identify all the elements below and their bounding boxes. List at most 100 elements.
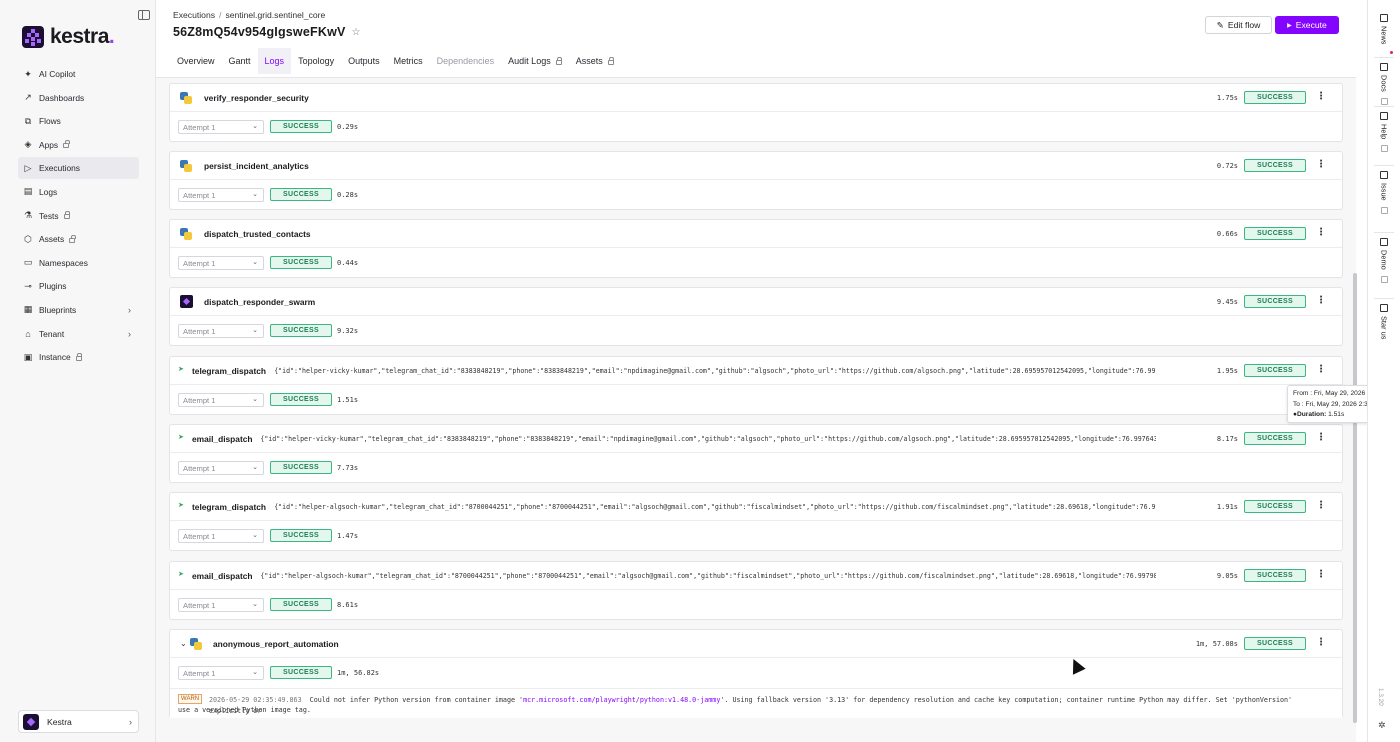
attempt-duration: 1.51s bbox=[337, 396, 359, 404]
logs-panel: verify_responder_security 1.75s SUCCESS … bbox=[156, 78, 1356, 742]
sidebar-item-dashboards[interactable]: ↗ Dashboards bbox=[18, 87, 139, 109]
rail-help-button[interactable]: Help bbox=[1374, 112, 1394, 153]
sidebar-item-label: Tests bbox=[39, 210, 59, 221]
sidebar-item-assets[interactable]: ⬡ Assets bbox=[18, 228, 139, 250]
tab-audit-logs[interactable]: Audit Logs bbox=[501, 48, 569, 74]
attempt-duration: 1.47s bbox=[337, 532, 359, 540]
breadcrumb-flow[interactable]: sentinel.grid.sentinel_core bbox=[225, 10, 325, 20]
more-vertical-icon[interactable]: ⋮ bbox=[1316, 92, 1326, 102]
kestra-logo[interactable]: kestra. bbox=[22, 25, 115, 49]
task-duration: 0.72s bbox=[1216, 162, 1238, 170]
status-badge: SUCCESS bbox=[1244, 91, 1306, 104]
attempt-status-badge: SUCCESS bbox=[270, 324, 332, 337]
task-input-json: {"id":"helper-vicky-kumar","telegram_cha… bbox=[274, 367, 1156, 375]
task-header[interactable]: ➤ telegram_dispatch {"id":"helper-algsoc… bbox=[170, 493, 1342, 521]
tab-assets[interactable]: Assets bbox=[569, 48, 621, 74]
docs-icon bbox=[1380, 63, 1388, 71]
execute-button[interactable]: ▶ Execute bbox=[1275, 16, 1339, 34]
sidebar-item-label: Flows bbox=[39, 116, 61, 127]
rail-demo-button[interactable]: Demo bbox=[1374, 238, 1394, 283]
sidebar-item-logs[interactable]: ▤ Logs bbox=[18, 181, 139, 203]
rail-docs-button[interactable]: Docs bbox=[1374, 63, 1394, 105]
attempt-select[interactable]: Attempt 1 ⌄ bbox=[178, 598, 264, 612]
rail-divider bbox=[1374, 298, 1394, 299]
more-vertical-icon[interactable]: ⋮ bbox=[1316, 638, 1326, 648]
edit-flow-button[interactable]: ✎ Edit flow bbox=[1205, 16, 1272, 34]
attempt-select[interactable]: Attempt 1 ⌄ bbox=[178, 529, 264, 543]
tab-gantt[interactable]: Gantt bbox=[222, 48, 258, 74]
rail-issue-button[interactable]: Issue bbox=[1374, 171, 1394, 214]
sidebar-item-ai-copilot[interactable]: ✦ AI Copilot bbox=[18, 63, 139, 85]
status-badge: SUCCESS bbox=[1244, 500, 1306, 513]
attempt-status-badge: SUCCESS bbox=[270, 529, 332, 542]
more-vertical-icon[interactable]: ⋮ bbox=[1316, 570, 1326, 580]
star-icon bbox=[1380, 304, 1388, 312]
task-row: ➤ telegram_dispatch {"id":"helper-vicky-… bbox=[169, 356, 1343, 415]
tab-logs[interactable]: Logs bbox=[257, 48, 292, 74]
more-vertical-icon[interactable]: ⋮ bbox=[1316, 365, 1326, 375]
task-header[interactable]: ➤ email_dispatch {"id":"helper-algsoch-k… bbox=[170, 562, 1342, 590]
sidebar-item-apps[interactable]: ◈ Apps bbox=[18, 134, 139, 156]
more-vertical-icon[interactable]: ⋮ bbox=[1316, 501, 1326, 511]
page-title: 56Z8mQ54v954gIgsweFKwV ☆ bbox=[173, 25, 361, 39]
sidebar-item-instance[interactable]: ▣ Instance bbox=[18, 346, 139, 368]
attempt-select[interactable]: Attempt 1 ⌄ bbox=[178, 461, 264, 475]
tenant-switcher[interactable]: Kestra › bbox=[18, 710, 139, 733]
attempt-select[interactable]: Attempt 1 ⌄ bbox=[178, 393, 264, 407]
scroll-thumb[interactable] bbox=[1353, 273, 1357, 723]
rail-news-button[interactable]: News bbox=[1374, 14, 1394, 44]
tab-metrics[interactable]: Metrics bbox=[387, 48, 430, 74]
tab-outputs[interactable]: Outputs bbox=[341, 48, 387, 74]
tab-dependencies[interactable]: Dependencies bbox=[430, 48, 502, 74]
attempt-select[interactable]: Attempt 1 ⌄ bbox=[178, 256, 264, 270]
attempt-select[interactable]: Attempt 1 ⌄ bbox=[178, 666, 264, 680]
python-icon bbox=[180, 92, 192, 104]
sidebar-item-tenant[interactable]: ⌂ Tenant › bbox=[18, 323, 139, 345]
chevron-down-icon[interactable]: ⌄ bbox=[180, 639, 187, 648]
version-label: 1.3.20 bbox=[1377, 688, 1384, 706]
attempt-select[interactable]: Attempt 1 ⌄ bbox=[178, 324, 264, 338]
tab-label: Audit Logs bbox=[508, 56, 551, 66]
status-badge: SUCCESS bbox=[1244, 227, 1306, 240]
sidebar-item-plugins[interactable]: ⊸ Plugins bbox=[18, 275, 139, 297]
chevron-right-icon: › bbox=[128, 328, 131, 339]
task-header[interactable]: dispatch_responder_swarm 9.45s SUCCESS ⋮ bbox=[170, 288, 1342, 316]
more-vertical-icon[interactable]: ⋮ bbox=[1316, 228, 1326, 238]
attempt-select[interactable]: Attempt 1 ⌄ bbox=[178, 188, 264, 202]
task-name: email_dispatch bbox=[192, 571, 253, 581]
rail-star-us-button[interactable]: Star us bbox=[1374, 304, 1394, 339]
task-name: dispatch_trusted_contacts bbox=[204, 229, 311, 239]
task-row: verify_responder_security 1.75s SUCCESS … bbox=[169, 83, 1343, 142]
sidebar-item-namespaces[interactable]: ▭ Namespaces bbox=[18, 252, 139, 274]
log-image-link[interactable]: mcr.microsoft.com/playwright/python:v1.4… bbox=[523, 696, 720, 704]
blueprint-icon: ▦ bbox=[23, 304, 33, 315]
sidebar-item-blueprints[interactable]: ▦ Blueprints › bbox=[18, 299, 139, 321]
more-vertical-icon[interactable]: ⋮ bbox=[1316, 433, 1326, 443]
task-header[interactable]: ➤ telegram_dispatch {"id":"helper-vicky-… bbox=[170, 357, 1342, 385]
task-header[interactable]: dispatch_trusted_contacts 0.66s SUCCESS … bbox=[170, 220, 1342, 248]
lock-icon bbox=[63, 211, 71, 220]
chevron-down-icon: ⌄ bbox=[252, 396, 258, 403]
sidebar-item-tests[interactable]: ⚗ Tests bbox=[18, 205, 139, 227]
task-header[interactable]: persist_incident_analytics 0.72s SUCCESS… bbox=[170, 152, 1342, 180]
task-header[interactable]: ➤ email_dispatch {"id":"helper-vicky-kum… bbox=[170, 425, 1342, 453]
task-header[interactable]: verify_responder_security 1.75s SUCCESS … bbox=[170, 84, 1342, 112]
attempt-select[interactable]: Attempt 1 ⌄ bbox=[178, 120, 264, 134]
breadcrumb-executions[interactable]: Executions bbox=[173, 10, 215, 20]
attempt-duration: 1m, 56.82s bbox=[337, 669, 380, 677]
settings-gear-icon[interactable]: ✲ bbox=[1378, 720, 1386, 731]
tab-topology[interactable]: Topology bbox=[291, 48, 341, 74]
sidebar-item-executions[interactable]: ▷ Executions bbox=[18, 157, 139, 180]
tab-overview[interactable]: Overview bbox=[170, 48, 222, 74]
more-vertical-icon[interactable]: ⋮ bbox=[1316, 296, 1326, 306]
sidebar-item-flows[interactable]: ⧉ Flows bbox=[18, 110, 139, 132]
tab-label: Gantt bbox=[228, 56, 251, 66]
tab-label: Overview bbox=[177, 56, 215, 66]
star-icon[interactable]: ☆ bbox=[352, 27, 361, 38]
collapse-sidebar-icon[interactable] bbox=[138, 10, 150, 20]
status-badge: SUCCESS bbox=[1244, 637, 1306, 650]
task-header[interactable]: ⌄ anonymous_report_automation 1m, 57.08s… bbox=[170, 630, 1342, 658]
attempt-status-badge: SUCCESS bbox=[270, 393, 332, 406]
more-vertical-icon[interactable]: ⋮ bbox=[1316, 160, 1326, 170]
play-icon: ▷ bbox=[24, 162, 32, 173]
